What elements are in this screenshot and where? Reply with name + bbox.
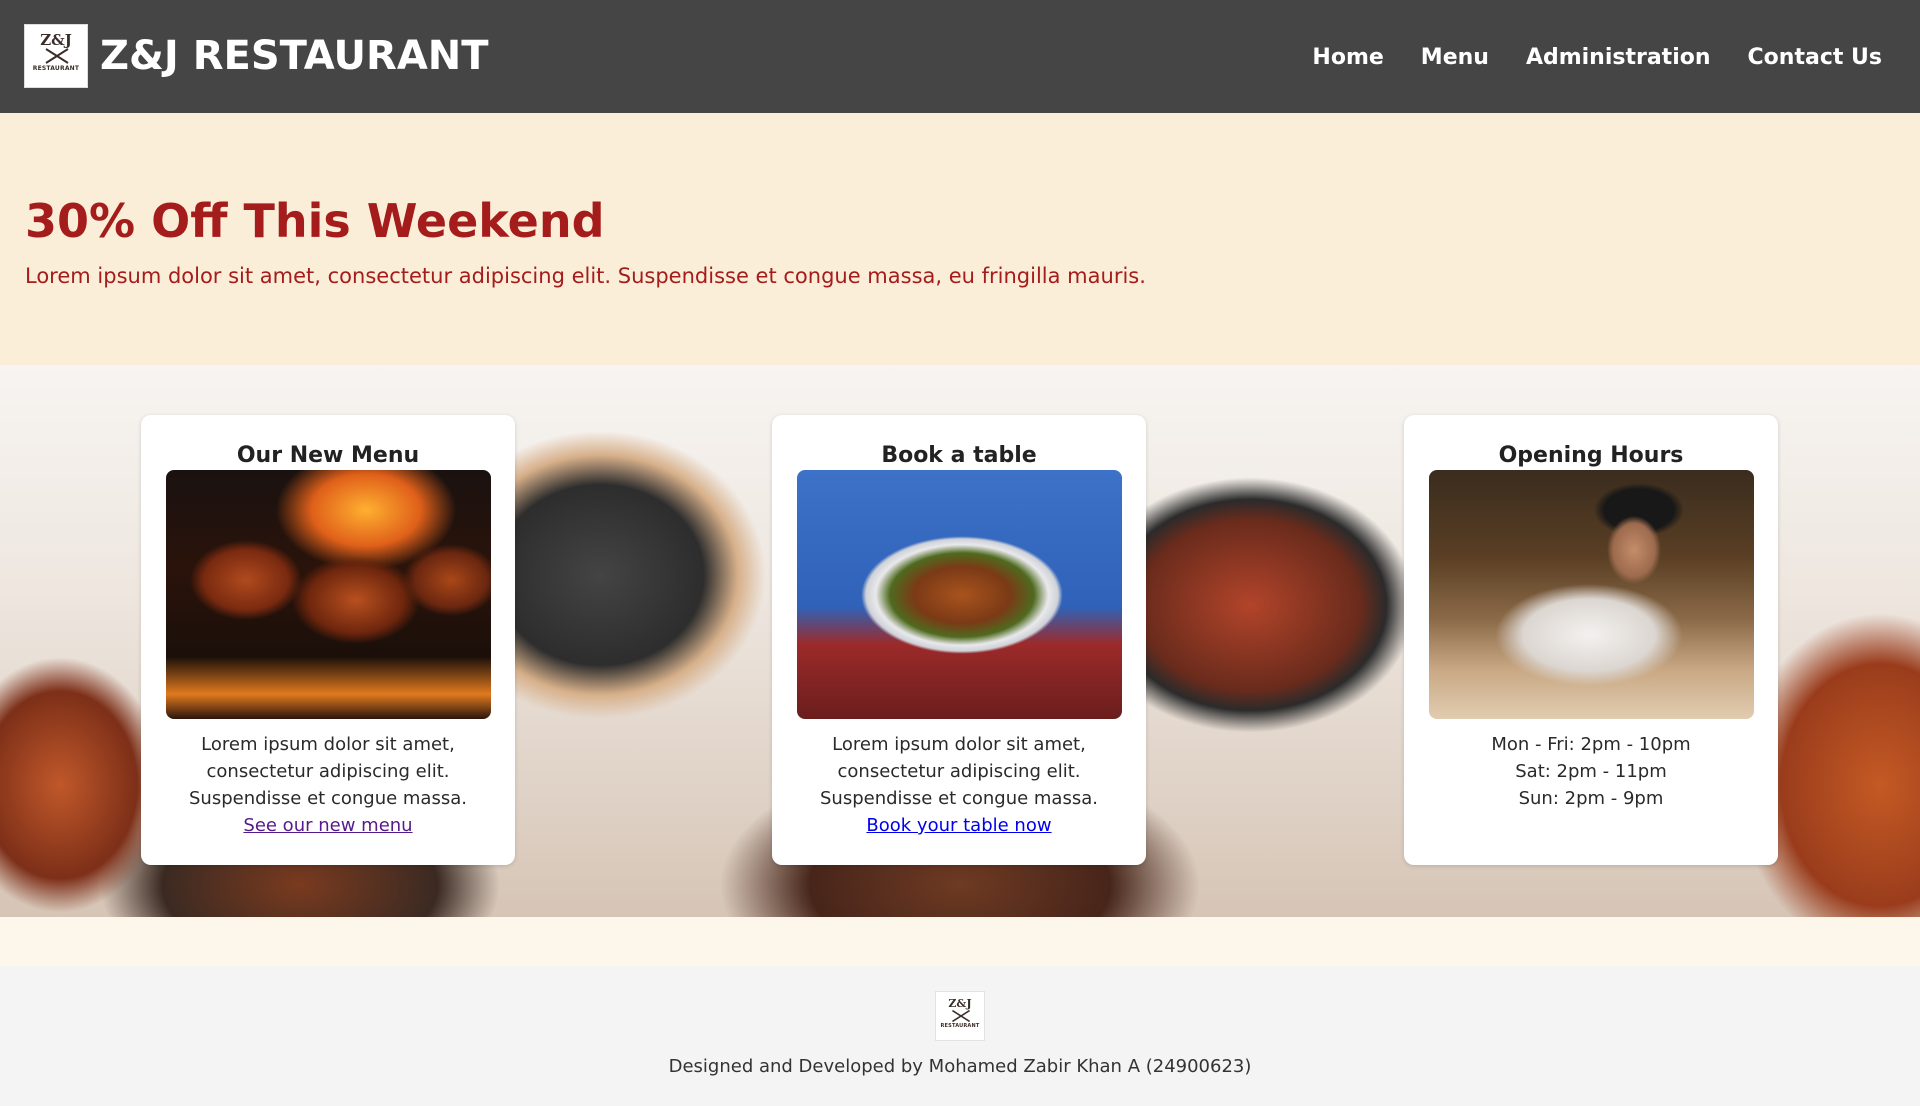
crossed-utensils-icon	[45, 48, 69, 64]
card-title: Our New Menu	[236, 443, 420, 468]
book-table-link[interactable]: Book your table now	[772, 812, 1146, 839]
card-opening-hours: Opening Hours Mon - Fri: 2pm - 10pm Sat:…	[1404, 415, 1778, 865]
card-title: Book a table	[881, 443, 1037, 468]
card-text-line: consectetur adipiscing elit.	[206, 761, 450, 782]
site-footer: Z&J RESTAURANT Designed and Developed by…	[0, 966, 1920, 1106]
footer-logo-subtext: RESTAURANT	[940, 1023, 980, 1029]
card-text-line: Lorem ipsum dolor sit amet,	[201, 734, 455, 755]
brand-title: Z&J RESTAURANT	[100, 33, 489, 79]
card-text-line: Suspendisse et congue massa.	[820, 788, 1098, 809]
hours-weekday: Mon - Fri: 2pm - 10pm	[1491, 734, 1691, 755]
opening-hours-list: Mon - Fri: 2pm - 10pm Sat: 2pm - 11pm Su…	[1404, 731, 1778, 812]
logo-subtext: RESTAURANT	[32, 65, 80, 72]
card-text-line: Suspendisse et congue massa.	[189, 788, 467, 809]
footer-logo: Z&J RESTAURANT	[935, 991, 985, 1041]
promo-banner: 30% Off This Weekend Lorem ipsum dolor s…	[0, 113, 1920, 365]
card-new-menu: Our New Menu Lorem ipsum dolor sit amet,…	[141, 415, 515, 865]
hours-sunday: Sun: 2pm - 9pm	[1518, 788, 1664, 809]
card-text-line: consectetur adipiscing elit.	[837, 761, 1081, 782]
card-text-line: Lorem ipsum dolor sit amet,	[832, 734, 1086, 755]
logo-text: Z&J	[40, 31, 72, 49]
footer-logo-text: Z&J	[948, 997, 972, 1010]
nav-home[interactable]: Home	[1312, 38, 1383, 78]
plated-dish-image	[797, 470, 1122, 719]
hours-saturday: Sat: 2pm - 11pm	[1515, 761, 1667, 782]
nav-administration[interactable]: Administration	[1526, 38, 1711, 78]
card-book-table: Book a table Lorem ipsum dolor sit amet,…	[772, 415, 1146, 865]
grilled-chicken-image	[166, 470, 491, 719]
card-title: Opening Hours	[1498, 443, 1684, 468]
site-header: Z&J RESTAURANT Z&J RESTAURANT Home Menu …	[0, 0, 1920, 113]
main-nav: Home Menu Administration Contact Us	[1275, 38, 1882, 78]
logo[interactable]: Z&J RESTAURANT	[24, 24, 88, 88]
card-description: Lorem ipsum dolor sit amet, consectetur …	[772, 731, 1146, 839]
promo-title: 30% Off This Weekend	[25, 194, 605, 248]
footer-credit: Designed and Developed by Mohamed Zabir …	[668, 1056, 1252, 1077]
nav-contact-us[interactable]: Contact Us	[1748, 38, 1882, 78]
promo-text: Lorem ipsum dolor sit amet, consectetur …	[25, 264, 1146, 288]
card-description: Lorem ipsum dolor sit amet, consectetur …	[141, 731, 515, 839]
chef-plating-image	[1429, 470, 1754, 719]
crossed-utensils-icon	[952, 1009, 970, 1023]
see-new-menu-link[interactable]: See our new menu	[141, 812, 515, 839]
feature-band: Our New Menu Lorem ipsum dolor sit amet,…	[0, 365, 1920, 917]
nav-menu[interactable]: Menu	[1421, 38, 1489, 78]
